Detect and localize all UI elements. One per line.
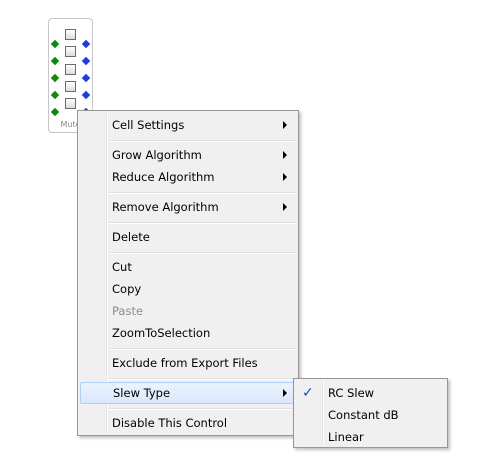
- menu-item-cut[interactable]: Cut: [80, 256, 296, 278]
- menu-separator: [108, 252, 296, 254]
- mute-checkbox-5[interactable]: [65, 98, 76, 109]
- output-node-3[interactable]: [81, 73, 91, 83]
- submenu-item-linear[interactable]: Linear: [296, 426, 445, 448]
- output-node-1[interactable]: [81, 39, 91, 49]
- input-node-1[interactable]: [50, 39, 60, 49]
- menu-item-delete[interactable]: Delete: [80, 226, 296, 248]
- mute-checkbox-1[interactable]: [65, 29, 76, 40]
- menu-separator: [108, 408, 296, 410]
- menu-item-disable-control[interactable]: Disable This Control: [80, 412, 296, 434]
- input-node-2[interactable]: [50, 56, 60, 66]
- menu-item-copy[interactable]: Copy: [80, 278, 296, 300]
- menu-item-paste: Paste: [112, 304, 144, 318]
- mute-checkbox-2[interactable]: [65, 46, 76, 57]
- submenu-arrow-icon: [283, 151, 287, 159]
- mute-checkbox-4[interactable]: [65, 81, 76, 92]
- input-node-5[interactable]: [50, 107, 60, 117]
- input-node-4[interactable]: [50, 90, 60, 100]
- menu-item-remove-algorithm[interactable]: Remove Algorithm: [80, 196, 296, 218]
- submenu-arrow-icon: [283, 173, 287, 181]
- menu-separator: [108, 222, 296, 224]
- menu-item-reduce-algorithm[interactable]: Reduce Algorithm: [80, 166, 296, 188]
- mute-checkbox-3[interactable]: [65, 64, 76, 75]
- menu-item-exclude-from-export[interactable]: Exclude from Export Files: [80, 352, 296, 374]
- submenu-item-constant-db[interactable]: Constant dB: [296, 404, 445, 426]
- menu-item-cell-settings[interactable]: Cell Settings: [80, 114, 296, 136]
- submenu-item-rc-slew[interactable]: ✓ RC Slew: [296, 382, 445, 404]
- menu-item-zoom-to-selection[interactable]: ZoomToSelection: [80, 322, 296, 344]
- context-menu: Cell Settings Grow Algorithm Reduce Algo…: [77, 110, 299, 436]
- submenu-arrow-icon: [283, 121, 287, 129]
- menu-separator: [108, 348, 296, 350]
- checkmark-icon: ✓: [302, 385, 314, 401]
- submenu-arrow-icon: [283, 389, 287, 397]
- slew-type-submenu: ✓ RC Slew Constant dB Linear: [293, 378, 448, 448]
- menu-item-grow-algorithm[interactable]: Grow Algorithm: [80, 144, 296, 166]
- menu-separator: [108, 378, 296, 380]
- menu-separator: [108, 192, 296, 194]
- menu-separator: [108, 140, 296, 142]
- input-node-3[interactable]: [50, 73, 60, 83]
- output-node-4[interactable]: [81, 90, 91, 100]
- menu-item-slew-type[interactable]: Slew Type: [80, 382, 296, 404]
- output-node-2[interactable]: [81, 56, 91, 66]
- submenu-arrow-icon: [283, 203, 287, 211]
